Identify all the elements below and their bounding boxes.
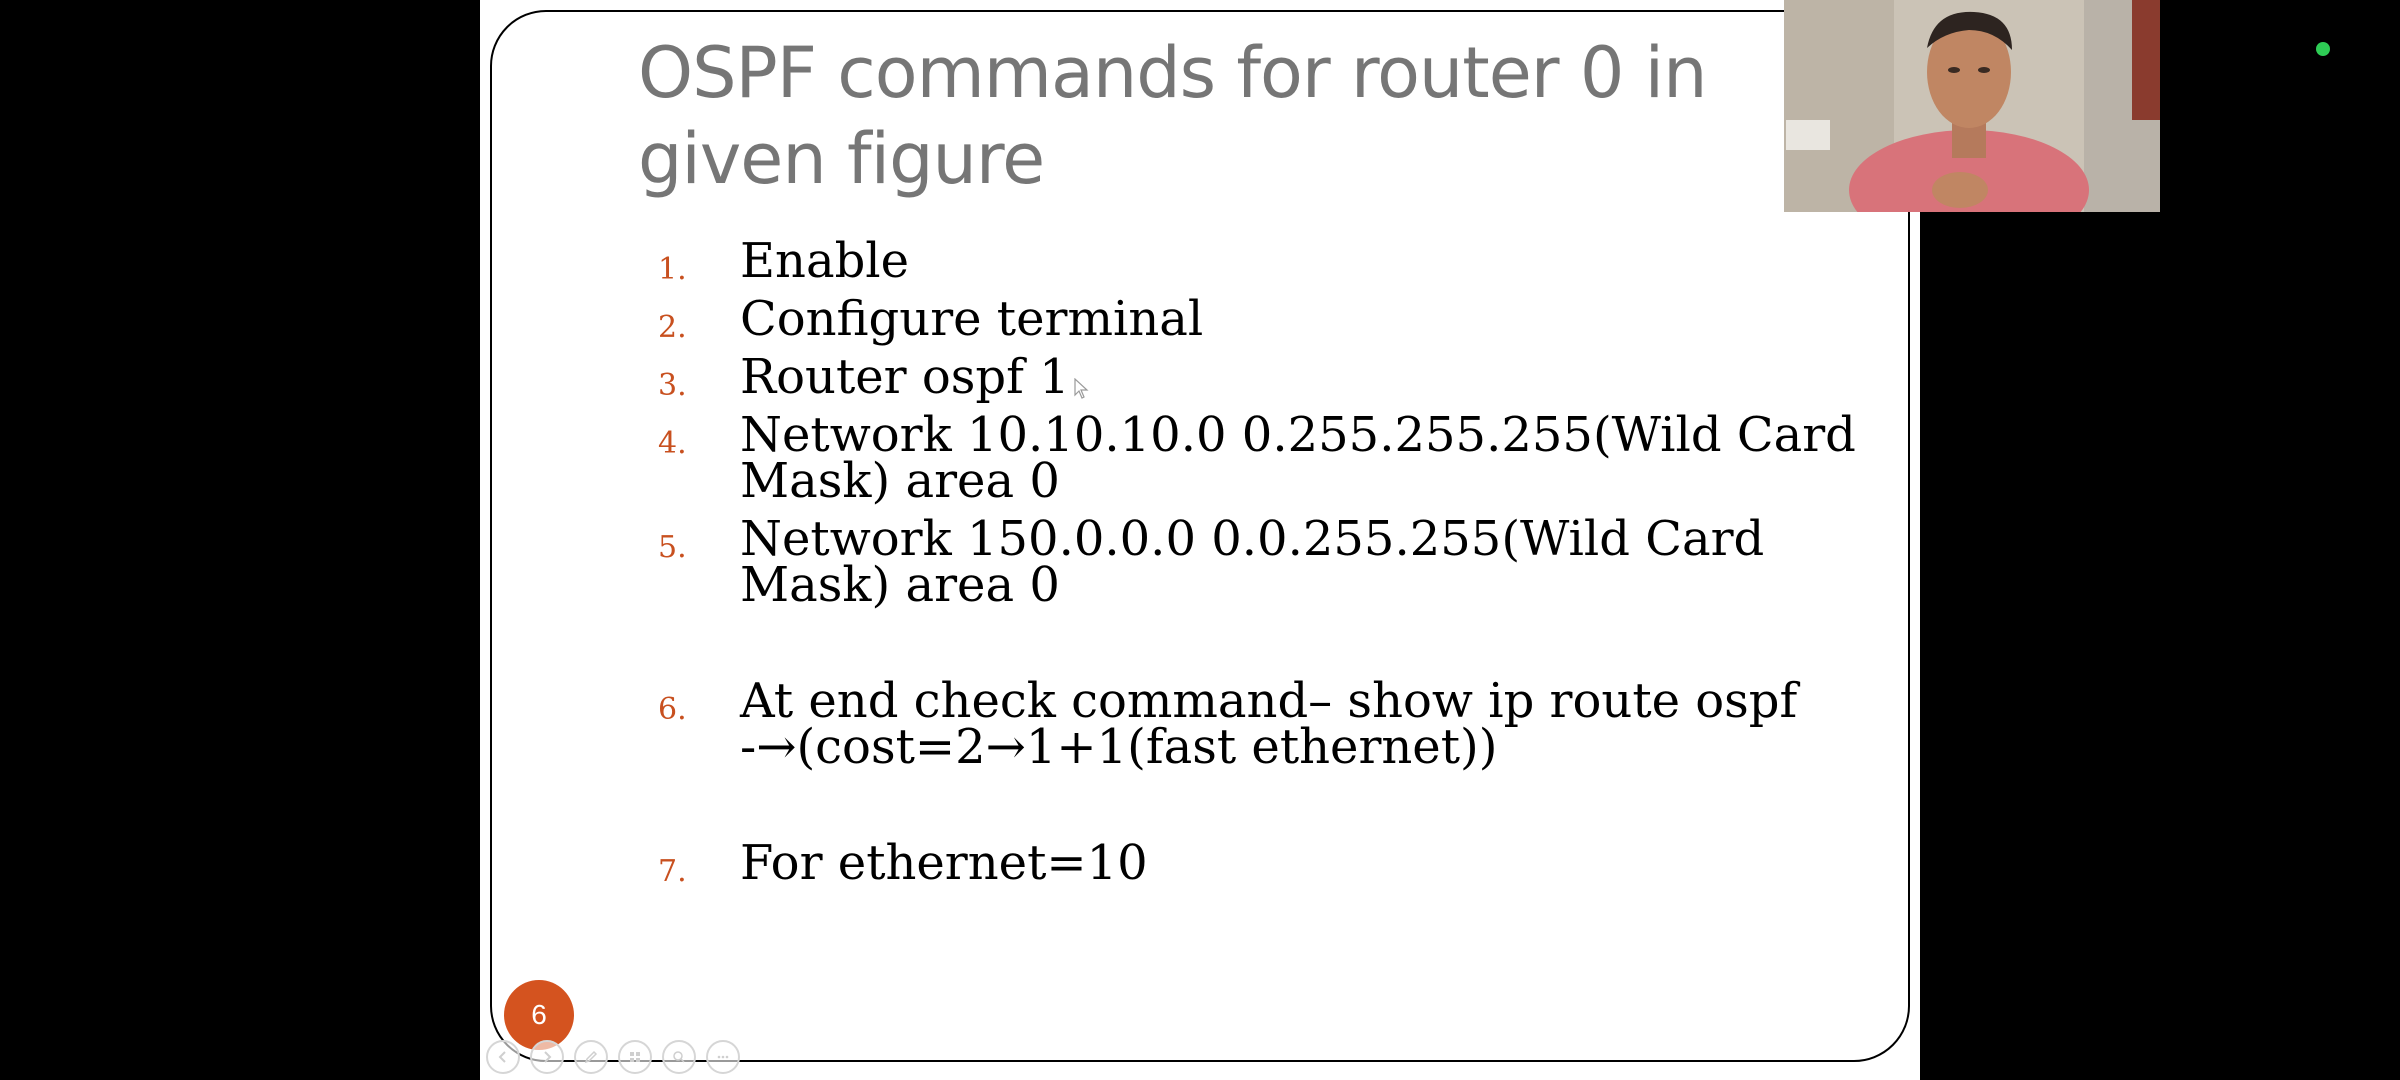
command-number: 2. — [658, 310, 687, 345]
command-text: Network 150.0.0.0 0.0.255.255(Wild Card … — [740, 511, 1765, 613]
previous-slide-icon[interactable] — [486, 1040, 520, 1074]
command-number: 5. — [658, 530, 687, 565]
command-number: 4. — [658, 426, 687, 461]
command-text: At end check command– show ip route ospf… — [740, 673, 1798, 775]
command-number: 6. — [658, 692, 687, 727]
command-text: Enable — [740, 233, 910, 289]
see-all-slides-icon[interactable] — [618, 1040, 652, 1074]
next-slide-icon[interactable] — [530, 1040, 564, 1074]
command-number: 3. — [658, 368, 687, 403]
pen-icon[interactable] — [574, 1040, 608, 1074]
presenter-video-tile[interactable] — [1784, 0, 2160, 212]
command-text: Router ospf 1 — [740, 349, 1070, 405]
presenter-video-feed — [1784, 0, 2160, 212]
command-text: Configure terminal — [740, 291, 1204, 347]
command-number: 1. — [658, 252, 687, 287]
command-text: For ethernet=10 — [740, 835, 1148, 891]
command-number: 7. — [658, 854, 687, 889]
status-indicator-icon — [2316, 42, 2330, 56]
slide-title: OSPF commands for router 0 in given figu… — [638, 32, 1707, 200]
mouse-cursor-icon — [1074, 378, 1089, 399]
command-text: Network 10.10.10.0 0.255.255.255(Wild Ca… — [740, 407, 1856, 509]
more-options-icon[interactable] — [706, 1040, 740, 1074]
slide-show-toolbar — [486, 1040, 740, 1074]
zoom-icon[interactable] — [662, 1040, 696, 1074]
presentation-stage: OSPF commands for router 0 in given figu… — [0, 0, 2400, 1080]
